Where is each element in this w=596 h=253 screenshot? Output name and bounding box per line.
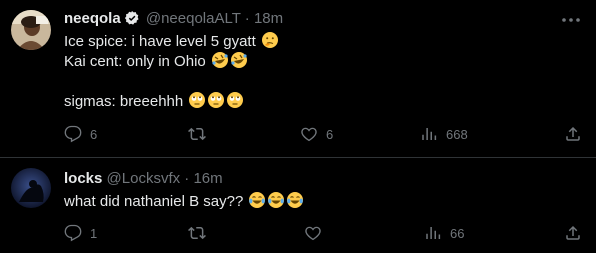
reply-count: 1: [90, 225, 98, 241]
views-count: 66: [450, 225, 465, 241]
retweet-icon: [188, 125, 206, 143]
share-icon: [564, 125, 582, 143]
views-button[interactable]: 66: [424, 223, 464, 243]
rofl-emoji: [211, 51, 229, 75]
like-button[interactable]: [304, 223, 330, 243]
share-button[interactable]: [564, 124, 582, 144]
retweet-button[interactable]: [188, 223, 214, 243]
avatar[interactable]: [11, 10, 51, 50]
like-icon: [300, 125, 318, 143]
tweet-line: Kai cent: only in Ohio: [64, 53, 206, 70]
tweet-actions: 6 6 668: [64, 124, 582, 144]
retweet-button[interactable]: [188, 124, 214, 144]
tweet-line: sigmas: breeehhh: [64, 93, 184, 110]
tweet[interactable]: neeqola @neeqolaALT · 18m Ice spice: i h…: [0, 0, 596, 158]
eye-roll-emoji: [226, 91, 244, 115]
author-handle[interactable]: @neeqolaALT: [146, 10, 241, 27]
tweet[interactable]: locks @Locksvfx · 16m what did nathaniel…: [0, 158, 596, 253]
views-button[interactable]: 668: [420, 124, 468, 144]
timestamp[interactable]: 16m: [193, 170, 222, 187]
tweet-actions: 1 66: [64, 223, 582, 243]
eye-roll-emoji: [207, 91, 225, 115]
tweet-text: Ice spice: i have level 5 gyatt Kai cent…: [64, 31, 279, 111]
reply-icon: [64, 224, 82, 242]
reply-count: 6: [90, 126, 98, 142]
retweet-icon: [188, 224, 206, 242]
timestamp[interactable]: 18m: [254, 10, 283, 27]
tweet-text: what did nathaniel B say??: [64, 191, 304, 211]
tweet-line: what did nathaniel B say??: [64, 193, 244, 210]
views-icon: [424, 224, 442, 242]
rofl-emoji: [230, 51, 248, 75]
thinking-emoji: [261, 31, 279, 55]
share-icon: [564, 224, 582, 242]
avatar[interactable]: [11, 168, 51, 208]
views-icon: [420, 125, 438, 143]
reply-button[interactable]: 6: [64, 124, 97, 144]
share-button[interactable]: [564, 223, 582, 243]
time-separator: ·: [184, 170, 190, 187]
like-count: 6: [326, 126, 334, 142]
tweet-line: Ice spice: i have level 5 gyatt: [64, 33, 256, 50]
eye-roll-emoji: [188, 91, 206, 115]
like-icon: [304, 224, 322, 242]
views-count: 668: [446, 126, 468, 142]
author-name[interactable]: locks: [64, 170, 102, 187]
tears-of-joy-emoji: [248, 191, 266, 215]
tears-of-joy-emoji: [286, 191, 304, 215]
verified-badge-icon: [124, 10, 140, 32]
author-handle[interactable]: @Locksvfx: [107, 170, 181, 187]
more-icon[interactable]: [560, 12, 582, 28]
tears-of-joy-emoji: [267, 191, 285, 215]
reply-button[interactable]: 1: [64, 223, 97, 243]
time-separator: ·: [244, 10, 250, 27]
author-name[interactable]: neeqola: [64, 10, 121, 27]
like-button[interactable]: 6: [300, 124, 333, 144]
reply-icon: [64, 125, 82, 143]
